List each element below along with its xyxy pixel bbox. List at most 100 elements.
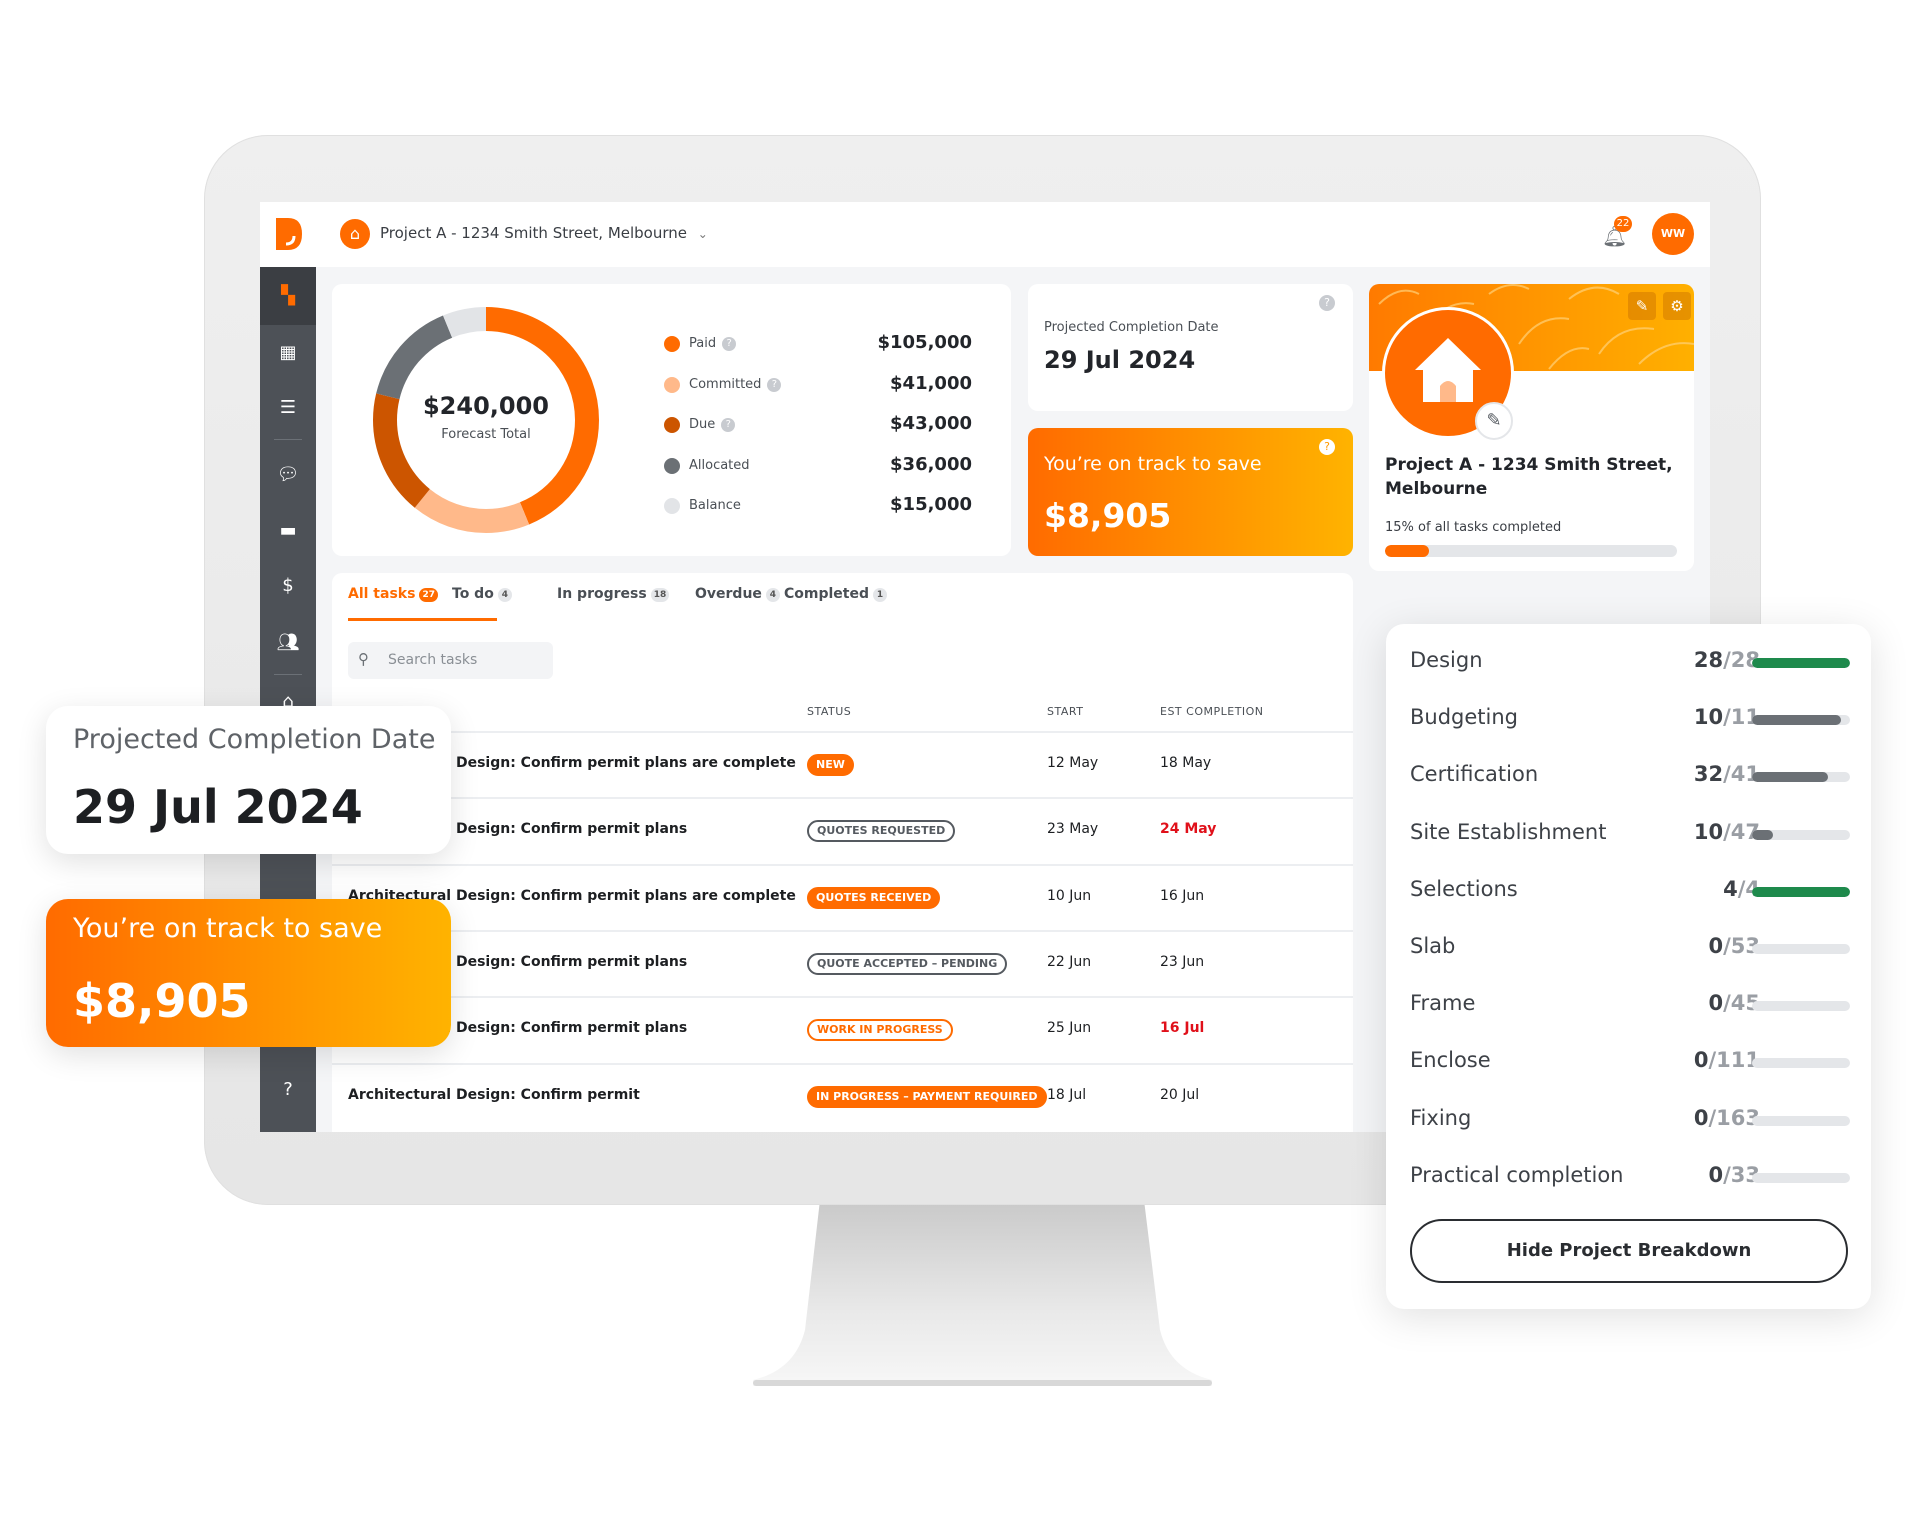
- table-row[interactable]: Architectural Design: Confirm permit pla…: [332, 863, 1353, 930]
- legend-dot: [664, 336, 680, 352]
- project-breakdown-card: Design 28/28 Budgeting 10/11 Certificati…: [1386, 624, 1871, 1309]
- edit-banner-button[interactable]: ✎: [1628, 292, 1656, 320]
- breakdown-label: Practical completion: [1410, 1162, 1624, 1187]
- help-icon[interactable]: ?: [276, 1078, 300, 1102]
- task-est-completion: 16 Jul: [1160, 1020, 1205, 1037]
- table-row[interactable]: Architectural Design: Confirm permit pla…: [332, 929, 1353, 996]
- notification-badge: 22: [1614, 216, 1632, 232]
- breakdown-progress-fill: [1752, 715, 1842, 726]
- search-tasks-input[interactable]: ⚲ Search tasks: [348, 642, 553, 679]
- breakdown-label: Frame: [1410, 991, 1476, 1016]
- help-icon[interactable]: ?: [721, 418, 736, 432]
- search-icon: ⚲: [358, 650, 369, 668]
- tab-all-tasks[interactable]: All tasks 27: [348, 586, 438, 602]
- done-count: 0: [1708, 991, 1724, 1016]
- settings-gear-icon[interactable]: ⚙: [1663, 292, 1691, 320]
- tab-to-do[interactable]: To do 4: [452, 586, 512, 602]
- project-selector[interactable]: Project A - 1234 Smith Street, Melbourne…: [380, 224, 708, 242]
- breakdown-row: Design 28/28: [1410, 648, 1850, 678]
- legend-label: Paid?: [689, 336, 737, 351]
- breakdown-progress-bar: [1752, 886, 1850, 897]
- hide-project-breakdown-button[interactable]: Hide Project Breakdown: [1410, 1219, 1848, 1283]
- breakdown-label: Selections: [1410, 876, 1518, 901]
- team-icon[interactable]: 👥︎: [276, 631, 300, 655]
- done-count: 10: [1693, 705, 1724, 730]
- dashboard-icon[interactable]: ▚: [276, 284, 300, 308]
- sidebar-divider: [274, 439, 302, 440]
- legend-label: Balance: [689, 498, 741, 513]
- breakdown-label: Fixing: [1410, 1105, 1472, 1130]
- task-start-date: 22 Jun: [1047, 953, 1092, 970]
- floating-completion-date: 29 Jul 2024: [73, 780, 363, 834]
- legend-label: Allocated: [689, 458, 750, 473]
- legend-value: $105,000: [877, 332, 972, 353]
- status-badge: QUOTE ACCEPTED – PENDING: [807, 952, 1008, 975]
- table-row[interactable]: Architectural Design: Confirm permit IN …: [332, 1062, 1353, 1129]
- home-icon[interactable]: ⌂: [340, 219, 370, 249]
- task-name[interactable]: Architectural Design: Confirm permit: [348, 1087, 640, 1103]
- breakdown-progress-bar: [1752, 829, 1850, 840]
- project-selector-label: Project A - 1234 Smith Street, Melbourne: [380, 224, 687, 242]
- breakdown-label: Design: [1410, 648, 1483, 672]
- help-icon[interactable]: ?: [722, 337, 737, 351]
- tab-count-badge: 27: [419, 588, 438, 602]
- edit-avatar-pencil-icon[interactable]: ✎: [1475, 402, 1513, 440]
- task-start-date: 10 Jun: [1047, 887, 1092, 904]
- legend-dot: [664, 417, 680, 433]
- help-icon[interactable]: ?: [1319, 439, 1335, 455]
- savings-amount: $8,905: [1044, 496, 1172, 535]
- breakdown-progress-bar: [1752, 1001, 1850, 1012]
- task-est-completion: 23 Jun: [1160, 953, 1205, 970]
- forecast-total-label: Forecast Total: [441, 427, 531, 442]
- floating-completion-card: Projected Completion Date 29 Jul 2024: [46, 706, 451, 854]
- breakdown-count: 10/11: [1693, 705, 1760, 730]
- breakdown-progress-bar: [1752, 658, 1850, 668]
- breakdown-progress-bar: [1752, 715, 1850, 726]
- project-progress-label: 15% of all tasks completed: [1385, 520, 1562, 535]
- breakdown-progress-fill: [1752, 886, 1850, 897]
- gantt-icon[interactable]: ☰: [276, 396, 300, 420]
- legend-value: $41,000: [890, 372, 972, 394]
- top-header: ⌂ Project A - 1234 Smith Street, Melbour…: [260, 202, 1710, 267]
- tab-count-badge: 1: [873, 588, 888, 602]
- breakdown-row: Practical completion 0/33: [1410, 1163, 1850, 1193]
- table-row[interactable]: Architectural Design: Confirm permit pla…: [332, 797, 1353, 863]
- search-placeholder: Search tasks: [388, 652, 478, 668]
- table-row[interactable]: Architectural Design: Confirm permit pla…: [332, 996, 1353, 1062]
- help-icon[interactable]: ?: [1319, 295, 1335, 311]
- calendar-icon[interactable]: ▦: [276, 341, 300, 365]
- floating-completion-label: Projected Completion Date: [73, 724, 436, 755]
- tab-overdue[interactable]: Overdue 4: [695, 586, 780, 602]
- legend-label-text: Due: [689, 417, 716, 432]
- breakdown-count: 28/28: [1693, 648, 1760, 672]
- legend-dot: [664, 376, 680, 393]
- column-header-start: START: [1047, 705, 1084, 718]
- legend-label-text: Balance: [689, 498, 741, 513]
- user-avatar[interactable]: WW: [1652, 213, 1694, 255]
- chat-icon[interactable]: 💬︎: [276, 463, 300, 487]
- task-est-completion: 18 May: [1160, 755, 1212, 771]
- active-tab-underline: [348, 618, 497, 621]
- breakdown-row: Certification 32/41: [1410, 762, 1850, 792]
- tab-label: Completed: [784, 586, 870, 602]
- table-row[interactable]: Architectural Design: Confirm permit pla…: [332, 731, 1353, 797]
- done-count: 0: [1708, 1162, 1724, 1187]
- task-start-date: 12 May: [1047, 755, 1099, 771]
- task-start-date: 25 Jun: [1047, 1020, 1092, 1037]
- project-title: Project A - 1234 Smith Street, Melbourne: [1385, 455, 1673, 499]
- legend-label-text: Allocated: [689, 457, 750, 473]
- done-count: 0: [1693, 1105, 1709, 1130]
- tab-completed[interactable]: Completed 1: [784, 586, 888, 602]
- dollar-icon[interactable]: $: [276, 574, 300, 598]
- help-icon[interactable]: ?: [767, 377, 782, 392]
- column-header-est-completion: EST COMPLETION: [1160, 705, 1264, 718]
- done-count: 0: [1708, 934, 1724, 958]
- status-badge: NEW: [807, 754, 854, 776]
- column-header-status: STATUS: [807, 705, 852, 718]
- breakdown-count: 0/111: [1693, 1048, 1760, 1073]
- legend-value: $15,000: [890, 494, 972, 515]
- breakdown-label: Budgeting: [1410, 705, 1519, 730]
- folder-icon[interactable]: ▬: [276, 519, 300, 543]
- app-logo: [276, 218, 302, 250]
- tab-in-progress[interactable]: In progress 18: [557, 586, 670, 602]
